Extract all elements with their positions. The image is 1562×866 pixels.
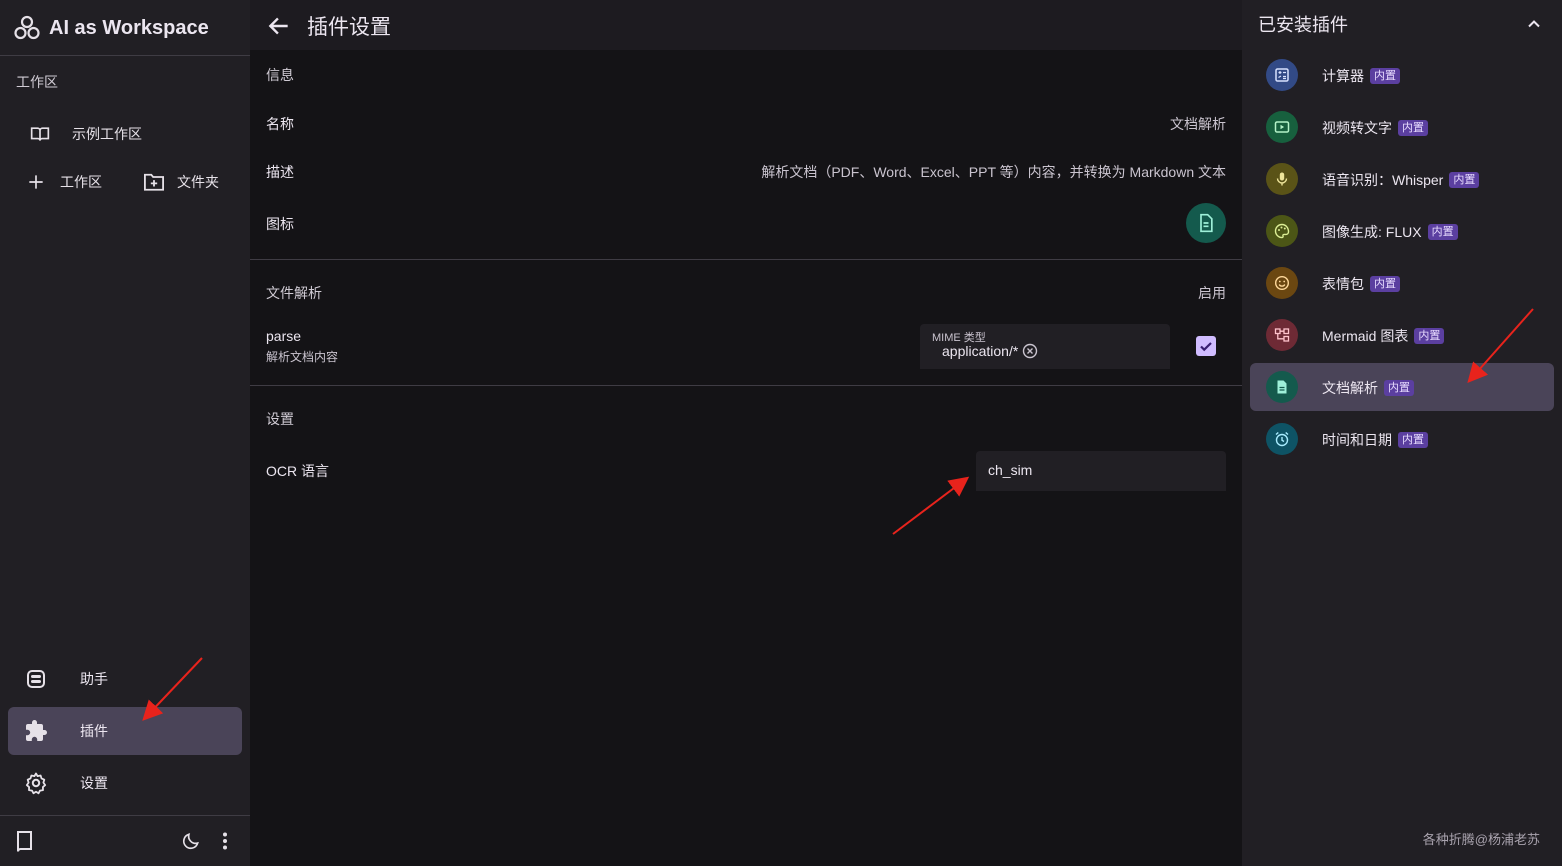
watermark: 各种折腾@杨浦老苏 [1422,832,1540,847]
chevron-up-icon[interactable] [1524,14,1544,34]
ocr-language-label: OCR 语言 [266,463,329,479]
nav-settings[interactable]: 设置 [8,759,242,807]
info-section-title: 信息 [266,67,294,83]
ocr-language-value: ch_sim [988,462,1033,478]
nav-settings-label: 设置 [80,775,108,791]
add-workspace-button[interactable]: 工作区 [26,172,102,192]
back-arrow-icon[interactable] [266,13,292,39]
builtin-badge: 内置 [1449,172,1480,188]
sidebar: AI as Workspace 工作区 示例工作区 工作区 文件夹 助手 插件 … [0,0,250,866]
builtin-badge: 内置 [1414,328,1445,344]
logo-icon [14,15,40,40]
divider [250,385,1242,386]
nav-plugins[interactable]: 插件 [8,707,242,755]
plugin-item-flux[interactable]: 图像生成: FLUX 内置 [1250,207,1554,255]
builtin-badge: 内置 [1384,380,1414,396]
page-header: 插件设置 [250,0,1242,50]
puzzle-icon [26,720,47,741]
installed-plugins-title: 已安装插件 [1258,15,1348,35]
mime-type-field[interactable]: MIME 类型 application/* [920,324,1170,369]
plugin-name: 语音识别：Whisper [1322,172,1444,188]
document-icon [1266,371,1298,403]
plugin-name: 图像生成: FLUX [1322,224,1422,240]
installed-plugins-panel: 已安装插件 计算器 内置 视频转文字 内置 语音识别：Whisper 内置 图像生成:… [1242,0,1562,866]
parse-enable-checkbox[interactable] [1196,336,1216,356]
alarm-icon [1266,423,1298,455]
page-title: 插件设置 [307,16,391,39]
plugin-settings-panel: 信息 名称 文档解析 描述 解析文档（PDF、Word、Excel、PPT 等）… [250,50,1242,866]
plugin-name: 文档解析 [1322,380,1378,396]
plugin-name: 计算器 [1322,68,1364,84]
nav-plugins-label: 插件 [80,723,108,739]
parse-item-name: parse [266,328,302,344]
add-workspace-label: 工作区 [60,174,102,190]
book-icon[interactable] [15,830,35,852]
builtin-badge: 内置 [1398,120,1428,136]
plus-icon [29,175,43,189]
plugin-item-video-to-text[interactable]: 视频转文字 内置 [1250,103,1554,151]
document-icon [1200,213,1213,233]
folder-plus-icon [144,173,164,191]
divider [0,815,250,816]
plugin-name: Mermaid 图表 [1322,328,1409,344]
check-icon [1200,342,1212,352]
mime-chip: application/* [942,343,1038,359]
plugin-item-datetime[interactable]: 时间和日期 内置 [1250,415,1554,463]
add-folder-button[interactable]: 文件夹 [143,172,219,192]
diagram-icon [1266,319,1298,351]
description-value: 解析文档（PDF、Word、Excel、PPT 等）内容，并转换为 Markdo… [761,164,1226,180]
plugin-item-stickers[interactable]: 表情包 内置 [1250,259,1554,307]
builtin-badge: 内置 [1398,432,1428,448]
parse-item-desc: 解析文档内容 [266,350,339,364]
remove-chip-icon[interactable] [1022,343,1038,359]
video-icon [1266,111,1298,143]
builtin-badge: 内置 [1370,68,1400,84]
mic-icon [1266,163,1298,195]
settings-section-title: 设置 [266,411,294,427]
robot-icon [27,670,45,688]
plugin-icon-preview [1186,203,1226,243]
mime-chip-label: application/* [942,343,1019,359]
enable-column-label: 启用 [1198,285,1226,301]
name-value: 文档解析 [1170,116,1226,132]
workspace-item[interactable]: 示例工作区 [30,124,142,144]
add-folder-label: 文件夹 [177,174,219,190]
plugin-name: 时间和日期 [1322,432,1392,448]
plugin-item-calculator[interactable]: 计算器 内置 [1250,51,1554,99]
gear-icon [25,772,47,795]
calculator-icon [1266,59,1298,91]
description-label: 描述 [266,164,294,180]
nav-assistant[interactable]: 助手 [8,655,242,703]
plugin-name: 表情包 [1322,276,1364,292]
book-open-icon [30,127,50,141]
plugin-item-whisper[interactable]: 语音识别：Whisper 内置 [1250,155,1554,203]
dark-mode-icon[interactable] [181,831,201,851]
plugin-name: 视频转文字 [1322,120,1392,136]
more-vert-icon[interactable] [215,831,235,851]
palette-icon [1266,215,1298,247]
plugin-item-document-parse[interactable]: 文档解析 内置 [1250,363,1554,411]
divider [0,55,250,56]
plugin-item-mermaid[interactable]: Mermaid 图表 内置 [1250,311,1554,359]
name-label: 名称 [266,116,294,132]
ocr-language-input[interactable]: ch_sim [976,451,1226,491]
app-brand[interactable]: AI as Workspace [14,14,209,42]
divider [250,259,1242,260]
file-parse-section-title: 文件解析 [266,285,322,301]
app-name: AI as Workspace [49,16,209,39]
smiley-icon [1266,267,1298,299]
builtin-badge: 内置 [1370,276,1400,292]
icon-label: 图标 [266,216,294,232]
builtin-badge: 内置 [1427,224,1458,240]
workspace-section-label: 工作区 [16,74,58,90]
workspace-item-label: 示例工作区 [72,126,142,142]
nav-assistant-label: 助手 [80,671,108,687]
